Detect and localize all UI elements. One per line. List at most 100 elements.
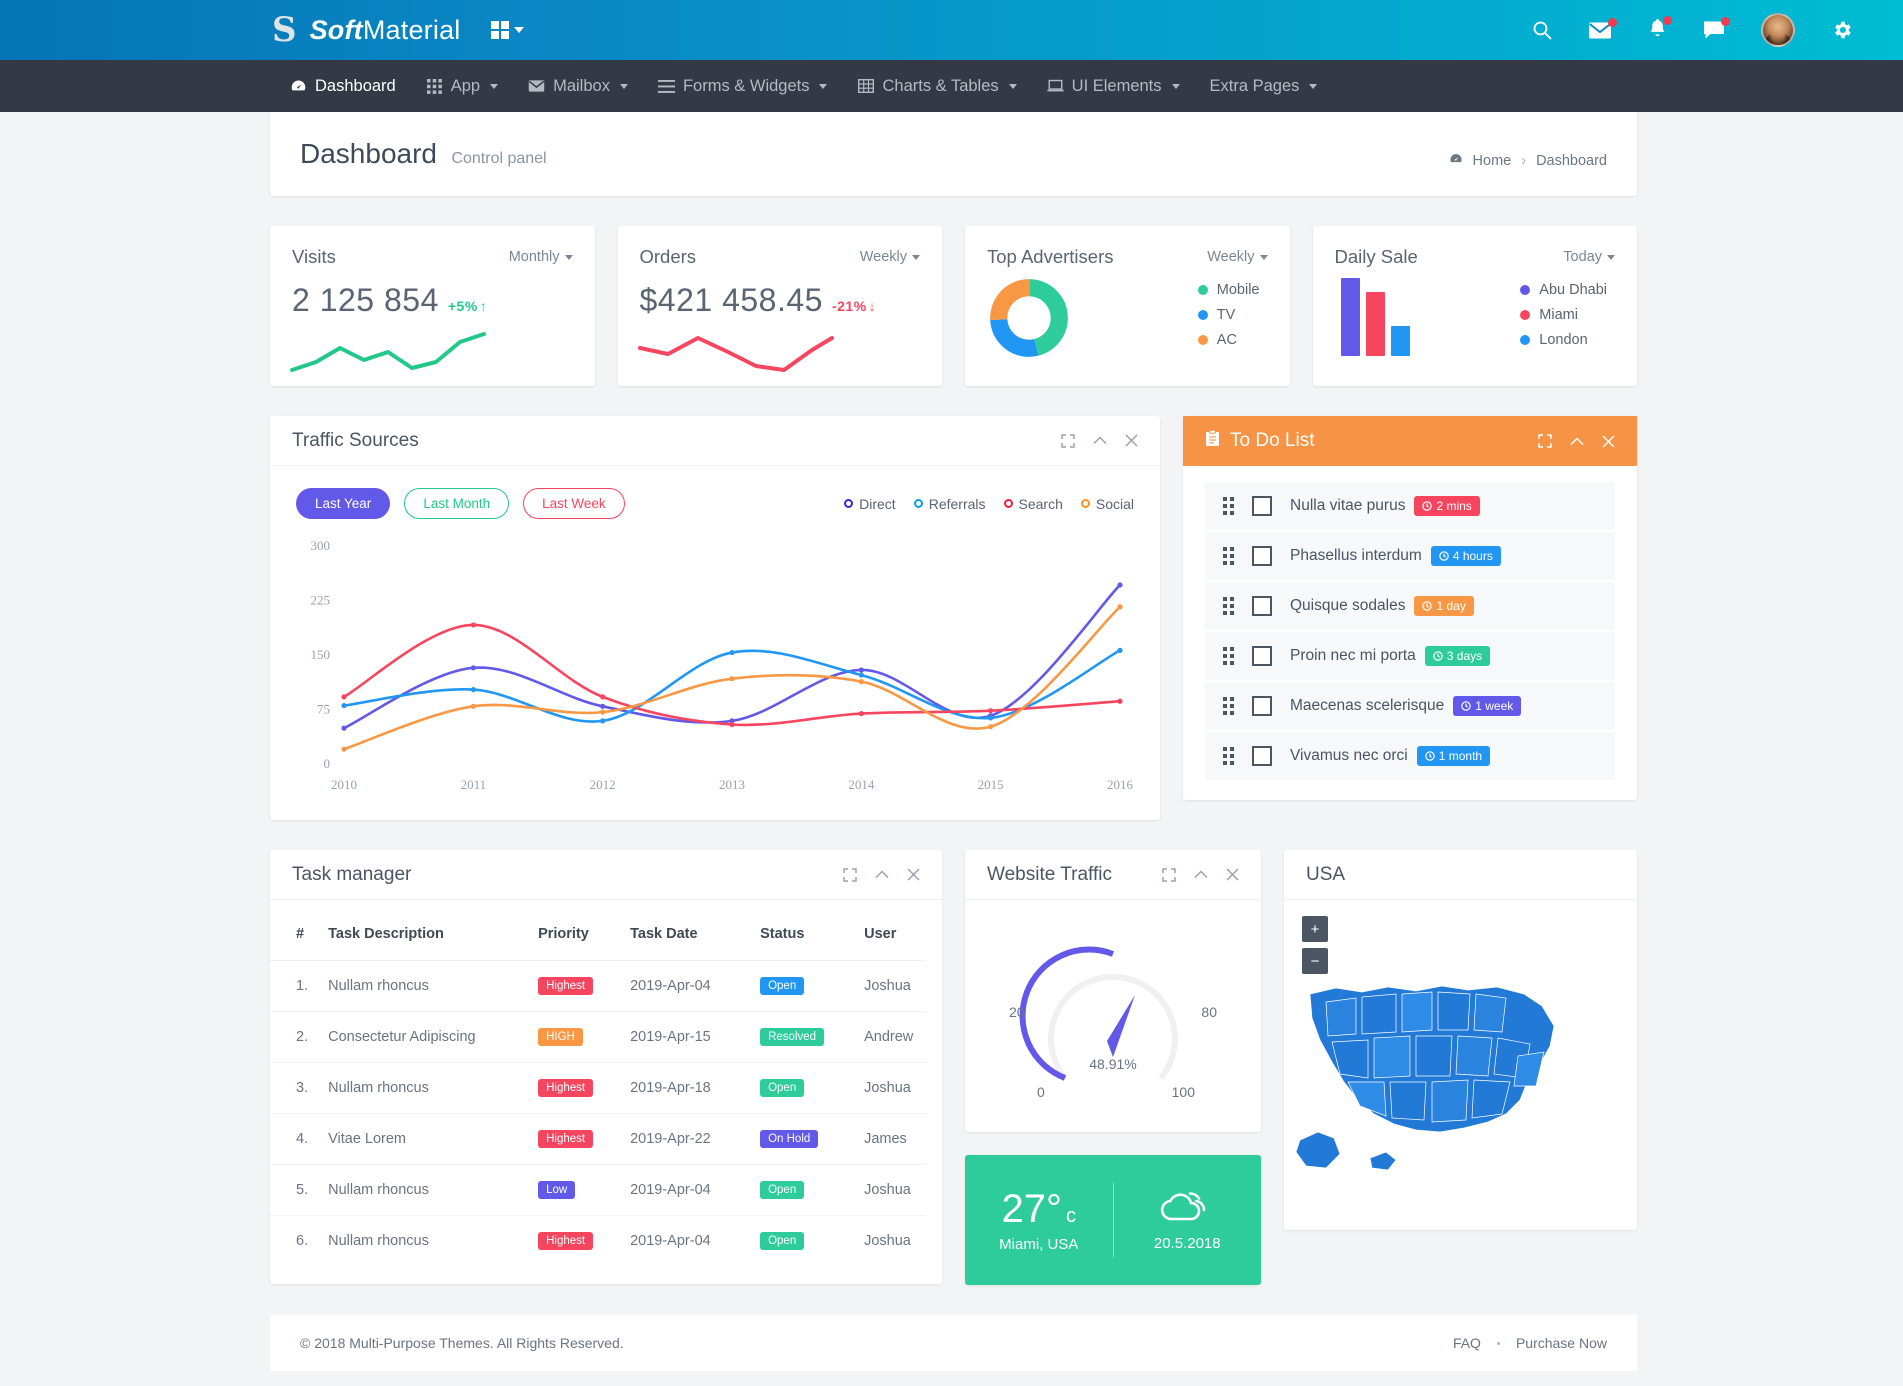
todo-item[interactable]: Proin nec mi porta3 days xyxy=(1205,632,1615,680)
data-point xyxy=(729,676,734,681)
data-point xyxy=(1117,582,1122,587)
close-icon[interactable] xyxy=(907,868,920,881)
grid-toggle-icon[interactable] xyxy=(491,21,524,39)
nav-item-mailbox[interactable]: Mailbox xyxy=(528,77,628,96)
nav-item-forms-widgets[interactable]: Forms & Widgets xyxy=(658,77,828,96)
close-icon[interactable] xyxy=(1602,435,1615,448)
brand[interactable]: S SoftMaterial xyxy=(272,13,524,47)
breadcrumb-separator: › xyxy=(1521,153,1526,169)
expand-icon[interactable] xyxy=(843,868,857,882)
drag-handle-icon[interactable] xyxy=(1223,747,1234,765)
search-icon[interactable] xyxy=(1532,20,1552,40)
expand-icon[interactable] xyxy=(1162,868,1176,882)
x-axis-tick: 2016 xyxy=(1107,777,1134,792)
cell-user: Joshua xyxy=(854,1165,926,1216)
y-axis-tick: 150 xyxy=(311,647,331,662)
footer-link-purchase[interactable]: Purchase Now xyxy=(1516,1335,1607,1351)
footer-link-faq[interactable]: FAQ xyxy=(1453,1335,1481,1351)
pill-last-year[interactable]: Last Year xyxy=(296,488,390,519)
todo-item[interactable]: Vivamus nec orci1 month xyxy=(1205,732,1615,780)
expand-icon[interactable] xyxy=(1061,434,1075,448)
chat-icon[interactable] xyxy=(1703,20,1725,40)
todo-checkbox[interactable] xyxy=(1252,596,1272,616)
nav-item-charts-tables[interactable]: Charts & Tables xyxy=(857,77,1016,96)
series-line-direct xyxy=(344,585,1120,728)
mid-row: Traffic Sources Last Year Last Month Las… xyxy=(270,416,1637,820)
table-row[interactable]: 2.Consectetur AdipiscingHIGH2019-Apr-15R… xyxy=(270,1012,926,1063)
priority-badge: Highest xyxy=(538,1130,593,1148)
chart-toolbar: Last Year Last Month Last Week Direct Re… xyxy=(270,466,1160,525)
bar-miami xyxy=(1366,292,1385,356)
pill-last-month[interactable]: Last Month xyxy=(404,488,509,519)
gear-icon[interactable] xyxy=(1831,19,1853,41)
todo-checkbox[interactable] xyxy=(1252,696,1272,716)
stat-period-dropdown[interactable]: Monthly xyxy=(509,249,573,265)
expand-icon[interactable] xyxy=(1538,434,1552,448)
todo-item[interactable]: Maecenas scelerisque1 week xyxy=(1205,682,1615,730)
map-zoom-out-button[interactable]: − xyxy=(1302,948,1328,974)
chart-area: 0751502253002010201120122013201420152016 xyxy=(270,525,1160,820)
table-row[interactable]: 3.Nullam rhoncusHighest2019-Apr-18OpenJo… xyxy=(270,1063,926,1114)
todo-item[interactable]: Phasellus interdum4 hours xyxy=(1205,532,1615,580)
stat-period-dropdown[interactable]: Today xyxy=(1563,249,1615,265)
todo-label: Nulla vitae purus xyxy=(1290,497,1405,515)
table-row[interactable]: 5.Nullam rhoncusLow2019-Apr-04OpenJoshua xyxy=(270,1165,926,1216)
daily-sale-legend: Abu Dhabi Miami London xyxy=(1520,282,1607,348)
badge-dot xyxy=(1721,17,1730,26)
nav-item-extra-pages[interactable]: Extra Pages xyxy=(1210,77,1318,96)
task-table-head: # Task Description Priority Task Date St… xyxy=(270,908,926,961)
legend-item-direct[interactable]: Direct xyxy=(844,496,896,512)
legend-item-referrals[interactable]: Referrals xyxy=(914,496,986,512)
close-icon[interactable] xyxy=(1226,868,1239,881)
bell-icon[interactable] xyxy=(1648,19,1667,41)
todo-checkbox[interactable] xyxy=(1252,496,1272,516)
close-icon[interactable] xyxy=(1125,434,1138,447)
table-row[interactable]: 6.Nullam rhoncusHighest2019-Apr-04OpenJo… xyxy=(270,1216,926,1267)
map-zoom-in-button[interactable]: + xyxy=(1302,916,1328,942)
envelope-icon[interactable] xyxy=(1588,21,1612,40)
legend-ring xyxy=(844,499,853,508)
collapse-icon[interactable] xyxy=(1093,436,1107,445)
avatar[interactable] xyxy=(1761,13,1795,47)
collapse-icon[interactable] xyxy=(1194,870,1208,879)
todo-item[interactable]: Quisque sodales1 day xyxy=(1205,582,1615,630)
drag-handle-icon[interactable] xyxy=(1223,597,1234,615)
sparkline-visits xyxy=(288,328,488,376)
table-row[interactable]: 4.Vitae LoremHighest2019-Apr-22On HoldJa… xyxy=(270,1114,926,1165)
pill-last-week[interactable]: Last Week xyxy=(523,488,625,519)
page-title-group: Dashboard Control panel xyxy=(300,138,547,170)
stat-value: $421 458.45 xyxy=(640,282,823,319)
nav-item-app[interactable]: App xyxy=(426,77,498,96)
legend-item-search[interactable]: Search xyxy=(1004,496,1063,512)
legend-label: AC xyxy=(1217,332,1237,348)
drag-handle-icon[interactable] xyxy=(1223,647,1234,665)
stat-period-dropdown[interactable]: Weekly xyxy=(1207,249,1267,265)
drag-handle-icon[interactable] xyxy=(1223,547,1234,565)
todo-label: Vivamus nec orci xyxy=(1290,747,1408,765)
drag-handle-icon[interactable] xyxy=(1223,497,1234,515)
nav-item-dashboard[interactable]: Dashboard xyxy=(290,77,396,96)
collapse-icon[interactable] xyxy=(875,870,889,879)
todo-checkbox[interactable] xyxy=(1252,546,1272,566)
todo-checkbox[interactable] xyxy=(1252,646,1272,666)
usa-map-shape[interactable] xyxy=(1292,982,1587,1192)
nav-item-ui-elements[interactable]: UI Elements xyxy=(1047,77,1180,96)
daily-sale-bar-chart xyxy=(1341,278,1410,356)
breadcrumb-home[interactable]: Home xyxy=(1473,153,1512,169)
data-point xyxy=(1117,699,1122,704)
legend-item-social[interactable]: Social xyxy=(1081,496,1134,512)
table-row[interactable]: 1.Nullam rhoncusHighest2019-Apr-04OpenJo… xyxy=(270,961,926,1012)
data-point xyxy=(341,726,346,731)
todo-item[interactable]: Nulla vitae purus2 mins xyxy=(1205,482,1615,530)
stat-period-dropdown[interactable]: Weekly xyxy=(860,249,920,265)
stat-period-label: Weekly xyxy=(1207,249,1254,265)
collapse-icon[interactable] xyxy=(1570,437,1584,446)
todo-checkbox[interactable] xyxy=(1252,746,1272,766)
drag-handle-icon[interactable] xyxy=(1223,697,1234,715)
todo-label: Maecenas scelerisque xyxy=(1290,697,1444,715)
data-point xyxy=(471,704,476,709)
cell-index: 2. xyxy=(270,1012,318,1063)
cell-description: Nullam rhoncus xyxy=(318,1063,528,1114)
main-navigation: Dashboard App Mailbox Forms & Widgets Ch… xyxy=(0,60,1903,112)
breadcrumb: Home › Dashboard xyxy=(1449,152,1607,170)
